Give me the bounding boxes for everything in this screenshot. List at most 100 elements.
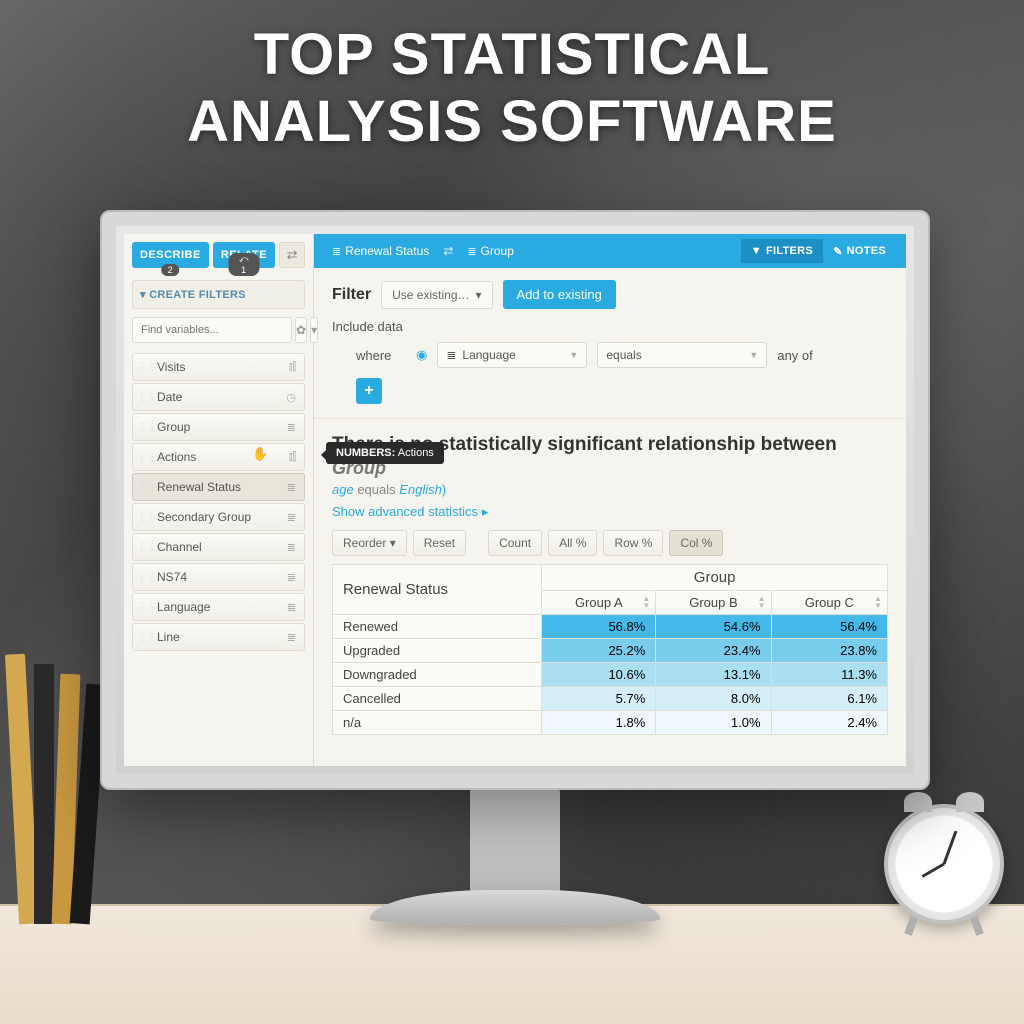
variable-name: Date bbox=[151, 390, 286, 404]
chevron-right-icon: ▸ bbox=[482, 504, 489, 520]
use-existing-dropdown[interactable]: Use existing…▾ bbox=[381, 281, 492, 309]
grip-icon: ⋮⋮ bbox=[137, 422, 151, 433]
sort-icon: ▲▼ bbox=[758, 595, 766, 609]
tab-describe[interactable]: DESCRIBE 2 bbox=[132, 242, 209, 268]
variable-item[interactable]: ⋮⋮Channel≣ bbox=[132, 533, 305, 561]
table-row: Renewed56.8%54.6%56.4% bbox=[333, 614, 888, 638]
reset-button[interactable]: Reset bbox=[413, 530, 466, 556]
crosstab-table: Renewal Status Group Group A▲▼Group B▲▼G… bbox=[332, 564, 888, 735]
variable-item[interactable]: ⋮⋮Language≣ bbox=[132, 593, 305, 621]
row-label: Upgraded bbox=[333, 638, 542, 662]
variable-item[interactable]: ⋮⋮NS74≣ bbox=[132, 563, 305, 591]
filters-button[interactable]: ▼FILTERS bbox=[741, 239, 823, 263]
data-cell: 56.8% bbox=[542, 614, 656, 638]
filter-icon: ▾ bbox=[140, 289, 149, 301]
app-screen: DESCRIBE 2 RELATE ⤺ 1 ⇄ ▾ CREATE FILTERS… bbox=[124, 234, 906, 766]
crumb-swap-icon[interactable]: ⇄ bbox=[437, 244, 459, 258]
grip-icon: ⋮⋮ bbox=[137, 362, 151, 373]
main-panel: ≣ Renewal Status ⇄ ≣ Group ▼FILTERS ✎NOT… bbox=[314, 234, 906, 766]
variable-item[interactable]: ⋮⋮Line≣ bbox=[132, 623, 305, 651]
chevron-down-icon: ▾ bbox=[476, 288, 482, 302]
table-corner: Renewal Status bbox=[333, 564, 542, 614]
chevron-down-icon: ▼ bbox=[749, 350, 758, 360]
table-row: Cancelled5.7%8.0%6.1% bbox=[333, 686, 888, 710]
grip-icon: ⋮⋮ bbox=[137, 632, 151, 643]
filter-operator-dropdown[interactable]: equals ▼ bbox=[597, 342, 767, 368]
result-section: There is no statistically significant re… bbox=[314, 419, 906, 766]
search-settings-button[interactable]: ✿ bbox=[295, 317, 307, 343]
list-icon: ≣ bbox=[287, 541, 296, 554]
sort-icon: ▲▼ bbox=[874, 595, 882, 609]
variable-item[interactable]: ⋮⋮Renewal Status≣ bbox=[132, 473, 305, 501]
row-label: Renewed bbox=[333, 614, 542, 638]
add-condition-button[interactable]: + bbox=[356, 378, 382, 404]
data-cell: 8.0% bbox=[656, 686, 771, 710]
alarm-clock-decor bbox=[884, 804, 1004, 924]
check-icon: ◉ bbox=[416, 347, 427, 363]
show-advanced-link[interactable]: Show advanced statistics▸ bbox=[332, 504, 489, 520]
variable-name: Renewal Status bbox=[151, 480, 287, 494]
search-input[interactable] bbox=[132, 317, 292, 343]
grip-icon: ⋮⋮ bbox=[137, 572, 151, 583]
col-pct-button[interactable]: Col % bbox=[669, 530, 723, 556]
variable-item[interactable]: ⋮⋮Group≣ bbox=[132, 413, 305, 441]
variable-item[interactable]: ⋮⋮Actions⫾⫿ bbox=[132, 443, 305, 471]
column-header[interactable]: Group B▲▼ bbox=[656, 590, 771, 614]
crumb-renewal-status[interactable]: ≣ Renewal Status bbox=[324, 240, 437, 262]
filter-field-dropdown[interactable]: ≣ Language ▼ bbox=[437, 342, 587, 368]
where-label: where bbox=[356, 348, 406, 363]
data-cell: 23.4% bbox=[656, 638, 771, 662]
list-icon: ≣ bbox=[287, 481, 296, 494]
grip-icon: ⋮⋮ bbox=[137, 392, 151, 403]
data-cell: 6.1% bbox=[771, 686, 887, 710]
relate-badge: ⤺ 1 bbox=[228, 253, 259, 276]
data-cell: 10.6% bbox=[542, 662, 656, 686]
swap-button[interactable]: ⇄ bbox=[279, 242, 305, 268]
reorder-button[interactable]: Reorder ▾ bbox=[332, 530, 407, 556]
row-pct-button[interactable]: Row % bbox=[603, 530, 663, 556]
group-header: Group bbox=[542, 564, 888, 590]
grip-icon: ⋮⋮ bbox=[137, 512, 151, 523]
banner-title: TOP STATISTICAL ANALYSIS SOFTWARE bbox=[0, 22, 1024, 155]
notes-button[interactable]: ✎NOTES bbox=[823, 239, 896, 264]
data-cell: 23.8% bbox=[771, 638, 887, 662]
filter-title: Filter bbox=[332, 286, 371, 304]
list-icon: ≣ bbox=[287, 571, 296, 584]
count-button[interactable]: Count bbox=[488, 530, 542, 556]
variable-name: Actions bbox=[151, 450, 289, 464]
crumb-group[interactable]: ≣ Group bbox=[459, 240, 522, 262]
table-row: n/a1.8%1.0%2.4% bbox=[333, 710, 888, 734]
row-label: n/a bbox=[333, 710, 542, 734]
filter-section: Filter Use existing…▾ Add to existing In… bbox=[314, 268, 906, 419]
row-label: Cancelled bbox=[333, 686, 542, 710]
table-row: Downgraded10.6%13.1%11.3% bbox=[333, 662, 888, 686]
chart-icon: ⫾⫿ bbox=[289, 451, 296, 464]
column-header[interactable]: Group A▲▼ bbox=[542, 590, 656, 614]
variable-item[interactable]: ⋮⋮Date◷ bbox=[132, 383, 305, 411]
list-icon: ≣ bbox=[332, 245, 341, 258]
variable-name: Channel bbox=[151, 540, 287, 554]
all-pct-button[interactable]: All % bbox=[548, 530, 597, 556]
add-to-existing-button[interactable]: Add to existing bbox=[503, 280, 616, 309]
variable-item[interactable]: ⋮⋮Secondary Group≣ bbox=[132, 503, 305, 531]
data-cell: 5.7% bbox=[542, 686, 656, 710]
variable-name: Language bbox=[151, 600, 287, 614]
sidebar: DESCRIBE 2 RELATE ⤺ 1 ⇄ ▾ CREATE FILTERS… bbox=[124, 234, 314, 766]
column-header[interactable]: Group C▲▼ bbox=[771, 590, 887, 614]
create-filters-button[interactable]: ▾ CREATE FILTERS bbox=[132, 280, 305, 309]
monitor-frame: DESCRIBE 2 RELATE ⤺ 1 ⇄ ▾ CREATE FILTERS… bbox=[100, 210, 930, 790]
variable-item[interactable]: ⋮⋮Visits⫾⫿ bbox=[132, 353, 305, 381]
list-icon: ≣ bbox=[287, 421, 296, 434]
chart-icon: ⫾⫿ bbox=[289, 361, 296, 374]
result-condition: age equals English) bbox=[332, 482, 888, 497]
data-cell: 11.3% bbox=[771, 662, 887, 686]
gear-icon: ✿ bbox=[296, 323, 306, 337]
variable-name: Line bbox=[151, 630, 287, 644]
variable-list: ⋮⋮Visits⫾⫿⋮⋮Date◷⋮⋮Group≣⋮⋮Actions⫾⫿⋮⋮Re… bbox=[132, 353, 305, 651]
variable-name: NS74 bbox=[151, 570, 287, 584]
topbar: ≣ Renewal Status ⇄ ≣ Group ▼FILTERS ✎NOT… bbox=[314, 234, 906, 268]
data-cell: 56.4% bbox=[771, 614, 887, 638]
tab-relate[interactable]: RELATE ⤺ 1 bbox=[213, 242, 275, 268]
data-cell: 13.1% bbox=[656, 662, 771, 686]
grip-icon: ⋮⋮ bbox=[137, 482, 151, 493]
